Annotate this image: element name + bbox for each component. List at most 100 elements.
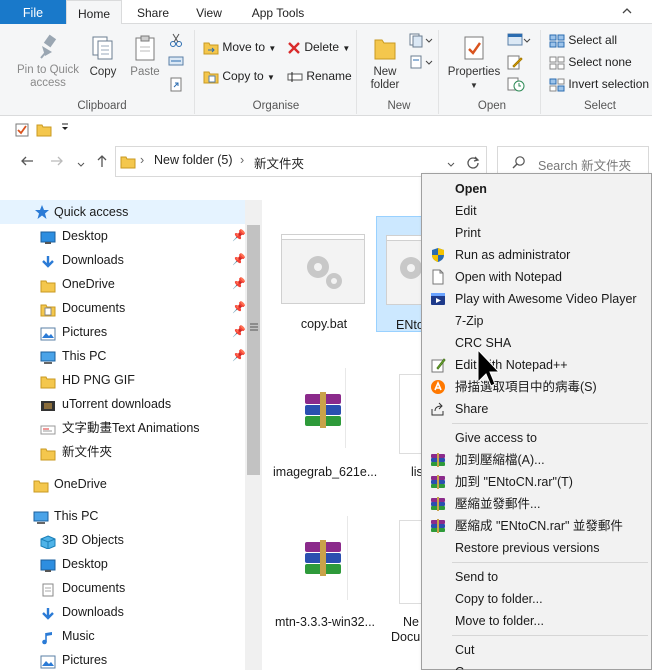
menu-item-play-video[interactable]: Play with Awesome Video Player (422, 288, 651, 310)
menu-item-move-to-folder[interactable]: Move to folder... (422, 610, 651, 632)
select-all-button[interactable]: Select all (549, 30, 617, 50)
file-name: mtn-3.3.3-win32... (274, 615, 376, 629)
context-menu: Open Edit Print Run as administrator Ope… (421, 173, 652, 670)
back-arrow-icon[interactable] (20, 154, 34, 171)
nav-this-pc[interactable]: This PC (0, 504, 262, 528)
nav-quick-access-label: Quick access (54, 205, 129, 219)
nav-item-text-animations[interactable]: 文字動畫Text Animations (0, 416, 262, 440)
menu-item-print[interactable]: Print (422, 222, 651, 244)
menu-item-add-archive[interactable]: 加到壓縮檔(A)... (422, 449, 651, 471)
nav-item-desktop[interactable]: Desktop 📌 (0, 224, 262, 248)
pin-icon[interactable]: 📌 (232, 224, 246, 248)
copy-button[interactable]: Copy (86, 34, 120, 79)
pin-icon[interactable]: 📌 (232, 272, 246, 296)
copy-path-icon[interactable] (168, 54, 184, 71)
nav-scrollbar-thumb[interactable] (247, 225, 260, 475)
invert-selection-button[interactable]: Invert selection (549, 74, 649, 94)
menu-item-edit-notepadpp[interactable]: Edit with Notepad++ (422, 354, 651, 376)
file-item-entocn[interactable]: ENto (376, 216, 428, 332)
delete-button[interactable]: Delete ▼ (287, 37, 350, 57)
pin-icon[interactable]: 📌 (232, 248, 246, 272)
tab-home[interactable]: Home (66, 0, 122, 25)
up-arrow-icon[interactable] (95, 154, 109, 171)
tab-view[interactable]: View (184, 0, 234, 24)
easy-access-icon[interactable] (409, 54, 433, 73)
nav-pc-3d-objects[interactable]: 3D Objects (0, 528, 262, 552)
menu-item-compress-rar-email[interactable]: 壓縮成 "ENtoCN.rar" 並發郵件 (422, 515, 651, 537)
pin-to-quick-access-button[interactable]: Pin to Quick access (12, 34, 84, 90)
menu-item-restore-versions[interactable]: Restore previous versions (422, 537, 651, 559)
nav-pc-downloads[interactable]: Downloads (0, 600, 262, 624)
menu-item-share[interactable]: Share (422, 398, 651, 420)
new-folder-button[interactable]: New folder (363, 34, 407, 92)
file-item-mtn[interactable]: mtn-3.3.3-win32... (273, 516, 377, 632)
menu-item-label: 加到 "ENtoCN.rar"(T) (455, 475, 573, 489)
rename-button[interactable]: Rename (287, 66, 352, 86)
customize-toolbar-icon[interactable] (60, 120, 70, 137)
ribbon: Pin to Quick access Copy Paste Clipboard… (0, 24, 652, 116)
menu-item-add-rar[interactable]: 加到 "ENtoCN.rar"(T) (422, 471, 651, 493)
menu-item-cut[interactable]: Cut (422, 639, 651, 661)
new-folder-icon[interactable] (36, 122, 52, 141)
search-input[interactable]: Search 新文件夾 (538, 155, 631, 174)
menu-item-open[interactable]: Open (422, 178, 651, 200)
nav-onedrive[interactable]: OneDrive (0, 472, 262, 496)
menu-item-copy[interactable]: C (422, 661, 651, 670)
file-item-copy-bat[interactable]: copy.bat (277, 216, 371, 332)
menu-item-send-to[interactable]: Send to (422, 566, 651, 588)
breadcrumb-new-folder-5[interactable]: New folder (5) (154, 153, 233, 167)
nav-pc-documents[interactable]: Documents (0, 576, 262, 600)
menu-item-crc-sha[interactable]: CRC SHA (422, 332, 651, 354)
paste-button[interactable]: Paste (127, 34, 163, 79)
menu-item-label: 壓縮成 "ENtoCN.rar" 並發郵件 (455, 519, 623, 533)
address-history-chevron-icon[interactable] (446, 158, 456, 172)
tab-share[interactable]: Share (126, 0, 180, 24)
file-item-new-document[interactable]: Ne Docu (389, 520, 425, 650)
nav-item-onedrive-quick[interactable]: OneDrive 📌 (0, 272, 262, 296)
nav-quick-access[interactable]: Quick access (0, 200, 262, 224)
menu-item-edit[interactable]: Edit (422, 200, 651, 222)
cut-icon[interactable] (168, 32, 184, 51)
properties-button[interactable]: Properties ▼ (445, 34, 503, 92)
menu-item-scan-virus[interactable]: 掃描選取項目中的病毒(S) (422, 376, 651, 398)
file-name: Docu (391, 630, 421, 644)
copy-to-button[interactable]: Copy to ▼ (203, 66, 275, 86)
collapse-ribbon-icon[interactable] (620, 6, 634, 18)
nav-item-documents[interactable]: Documents 📌 (0, 296, 262, 320)
nav-item-downloads[interactable]: Downloads 📌 (0, 248, 262, 272)
menu-item-copy-to-folder[interactable]: Copy to folder... (422, 588, 651, 610)
refresh-icon[interactable] (466, 155, 480, 172)
tab-file[interactable]: File (0, 0, 66, 24)
select-none-button[interactable]: Select none (549, 52, 632, 72)
menu-item-give-access[interactable]: Give access to (422, 427, 651, 449)
nav-pc-pictures[interactable]: Pictures (0, 648, 262, 670)
menu-item-compress-email[interactable]: 壓縮並發郵件... (422, 493, 651, 515)
pin-icon[interactable]: 📌 (232, 320, 246, 344)
breadcrumb-current-folder[interactable]: 新文件夾 (254, 153, 304, 172)
nav-item-this-pc-quick[interactable]: This PC 📌 (0, 344, 262, 368)
edit-pencil-icon[interactable] (507, 54, 523, 73)
menu-item-open-with-notepad[interactable]: Open with Notepad (422, 266, 651, 288)
pin-icon[interactable]: 📌 (232, 344, 246, 368)
open-icon[interactable] (507, 32, 531, 51)
cube-icon (40, 533, 56, 550)
nav-pc-desktop[interactable]: Desktop (0, 552, 262, 576)
nav-item-utorrent-downloads[interactable]: uTorrent downloads (0, 392, 262, 416)
properties-check-icon[interactable] (14, 122, 30, 141)
nav-item-new-folder-cn[interactable]: 新文件夾 (0, 440, 262, 464)
new-item-icon[interactable] (409, 32, 433, 51)
nav-pc-music[interactable]: Music (0, 624, 262, 648)
forward-arrow-icon[interactable] (50, 154, 64, 171)
menu-item-run-as-admin[interactable]: Run as administrator (422, 244, 651, 266)
recent-locations-chevron-icon[interactable] (76, 156, 86, 172)
history-icon[interactable] (507, 76, 525, 95)
tab-app-tools[interactable]: App Tools (240, 0, 316, 24)
pin-icon[interactable]: 📌 (232, 296, 246, 320)
nav-item-hd-png-gif[interactable]: HD PNG GIF (0, 368, 262, 392)
nav-item-pictures[interactable]: Pictures 📌 (0, 320, 262, 344)
move-to-button[interactable]: Move to ▼ (203, 37, 276, 57)
file-item-imagegrab[interactable]: imagegrab_621e... (273, 368, 377, 484)
paste-shortcut-icon[interactable] (168, 76, 184, 95)
pane-splitter-grip-icon[interactable] (250, 322, 258, 335)
menu-item-7zip[interactable]: 7-Zip (422, 310, 651, 332)
